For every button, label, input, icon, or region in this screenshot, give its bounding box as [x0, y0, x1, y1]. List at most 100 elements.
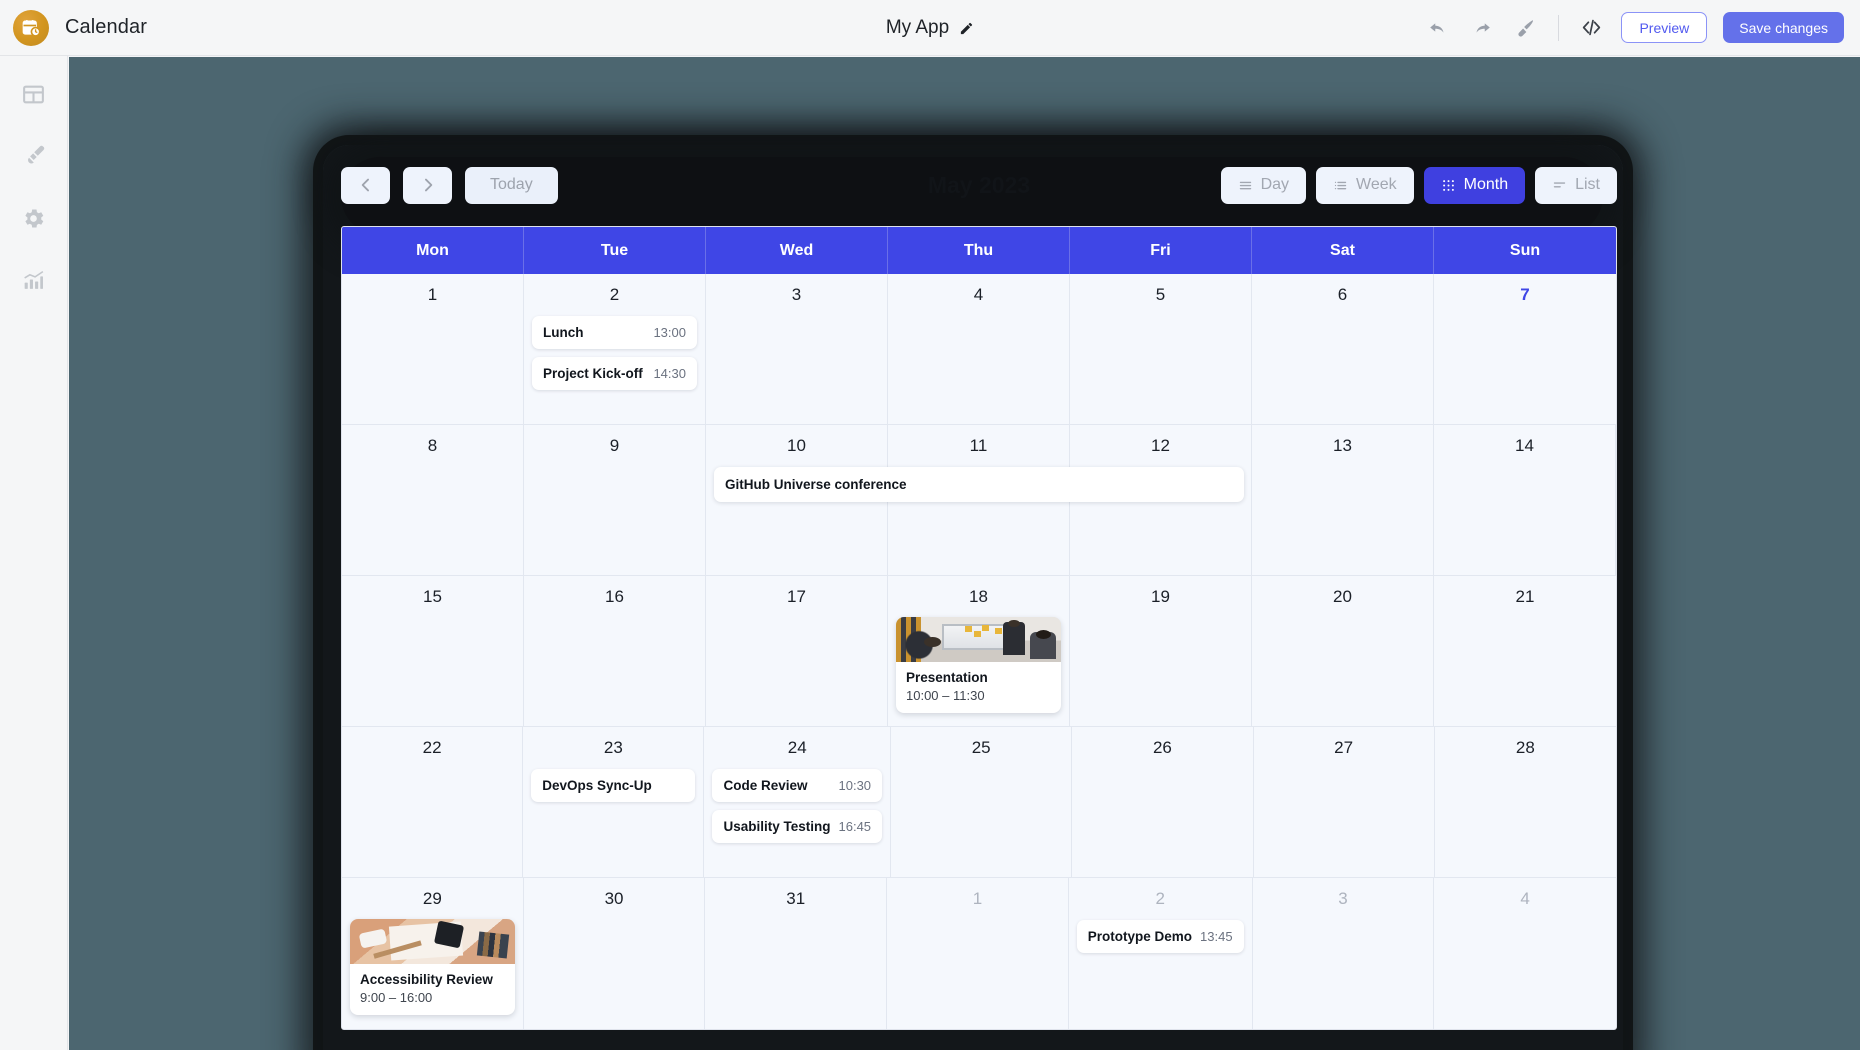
calendar-event[interactable]: Prototype Demo 13:45: [1076, 920, 1244, 953]
pencil-icon[interactable]: [959, 21, 974, 36]
calendar-day-cell[interactable]: 21: [1434, 576, 1616, 727]
day-number: 28: [1515, 738, 1535, 757]
calendar-day-cell[interactable]: 8: [342, 425, 524, 576]
event-list: DevOps Sync-Up: [523, 769, 703, 802]
calendar-day-cell[interactable]: 27: [1253, 727, 1435, 878]
calendar-day-cell[interactable]: 2 Prototype Demo 13:45: [1069, 878, 1253, 1029]
dow-fri: Fri: [1070, 227, 1252, 274]
calendar-event[interactable]: Usability Testing 16:45: [712, 810, 883, 843]
calendar-day-cell[interactable]: 5: [1070, 274, 1252, 425]
event-time: 16:45: [838, 819, 872, 834]
calendar-day-cell[interactable]: 22: [342, 727, 524, 878]
day-number: 17: [787, 587, 806, 606]
calendar-day-cell[interactable]: 28: [1434, 727, 1616, 878]
view-button-day[interactable]: Day: [1220, 166, 1307, 204]
calendar-day-cell[interactable]: 31: [705, 878, 888, 1029]
calendar-day-cell[interactable]: 9: [524, 425, 706, 576]
event-title: Lunch: [543, 325, 584, 340]
today-button[interactable]: Today: [465, 166, 558, 204]
calendar-event-card[interactable]: Accessibility Review 9:00 – 16:00: [350, 919, 515, 1015]
calendar-day-cell[interactable]: 16: [524, 576, 706, 727]
event-list: Code Review 10:30 Usability Testing 16:45: [704, 769, 890, 843]
calendar-day-cell[interactable]: 2 Lunch 13:00 Project Kick-off 14:30: [524, 274, 706, 425]
calendar-day-cell[interactable]: 17: [706, 576, 888, 727]
day-number: 11: [969, 436, 988, 455]
calendar-event[interactable]: Code Review 10:30: [712, 769, 883, 802]
calendar-day-cell[interactable]: 30: [524, 878, 706, 1029]
view-button-list[interactable]: List: [1535, 166, 1617, 204]
calendar-day-cell[interactable]: 6: [1252, 274, 1434, 425]
redo-icon[interactable]: [1468, 14, 1496, 42]
calendar-day-cell[interactable]: 4: [888, 274, 1070, 425]
day-number: 18: [969, 587, 988, 606]
view-label-week: Week: [1356, 176, 1397, 193]
event-card-title: Presentation: [906, 670, 988, 685]
dow-sun: Sun: [1509, 241, 1541, 259]
day-number: 3: [791, 285, 802, 304]
calendar-event[interactable]: Lunch 13:00: [532, 316, 697, 349]
event-time: 14:30: [653, 366, 686, 381]
dow-mon: Mon: [342, 227, 524, 274]
calendar-weeks: 1 2 Lunch 13:00 Project Kick-off 14:30 3 4 5 6 7 8 9…: [342, 274, 1616, 1029]
event-title: Code Review: [723, 778, 808, 793]
calendar-day-cell[interactable]: 23 DevOps Sync-Up: [523, 727, 705, 878]
calendar-day-cell[interactable]: 18 Presentation 10:00 – 11:30: [888, 576, 1070, 727]
day-number: 8: [427, 436, 438, 455]
save-changes-button[interactable]: Save changes: [1723, 12, 1844, 43]
event-time: 13:45: [1200, 929, 1233, 944]
calendar-day-cell[interactable]: 29 Accessibility Review 9:00 – 16:00: [342, 878, 524, 1029]
calendar-day-cell[interactable]: 7: [1434, 274, 1616, 425]
code-icon[interactable]: [1577, 14, 1605, 42]
day-number: 15: [423, 587, 442, 606]
calendar-day-cell[interactable]: 3: [706, 274, 888, 425]
calendar-day-cell[interactable]: 14: [1434, 425, 1616, 576]
calendar-day-cell[interactable]: 1: [887, 878, 1069, 1029]
analytics-chart-icon[interactable]: [18, 264, 50, 296]
multi-day-event[interactable]: GitHub Universe conference: [713, 467, 1244, 502]
layout-grid-icon[interactable]: [18, 78, 50, 110]
calendar-day-cell[interactable]: 24 Code Review 10:30 Usability Testing 16:45: [704, 727, 892, 878]
day-number: 30: [604, 889, 624, 908]
day-number: 29: [422, 889, 442, 908]
multi-day-event-title: GitHub Universe conference: [724, 477, 907, 492]
view-button-week[interactable]: Week: [1316, 166, 1414, 204]
event-list: Lunch 13:00 Project Kick-off 14:30: [524, 316, 705, 390]
calendar-day-cell[interactable]: 13: [1252, 425, 1434, 576]
gear-icon[interactable]: [18, 202, 50, 234]
day-number: 1: [972, 889, 983, 908]
left-rail: [0, 56, 68, 1050]
day-number: 3: [1338, 889, 1348, 908]
prev-month-button[interactable]: [341, 166, 390, 204]
next-month-button[interactable]: [403, 166, 452, 204]
day-number: 25: [971, 738, 991, 757]
preview-button[interactable]: Preview: [1621, 12, 1708, 43]
calendar-week-row: 22 23 DevOps Sync-Up 24 Code Review 10:30 Usab…: [342, 727, 1616, 878]
calendar-event-card[interactable]: Presentation 10:00 – 11:30: [896, 617, 1061, 713]
undo-icon[interactable]: [1424, 14, 1452, 42]
day-number: 5: [1155, 285, 1166, 304]
view-switcher: Day Week Month List: [1220, 166, 1617, 204]
calendar-day-cell[interactable]: 15: [342, 576, 524, 727]
calendar-day-cell[interactable]: 26: [1072, 727, 1254, 878]
calendar-day-cell[interactable]: 20: [1252, 576, 1434, 727]
calendar-day-cell[interactable]: 4: [1434, 878, 1616, 1029]
dow-tue: Tue: [524, 227, 706, 274]
calendar-day-cell[interactable]: 1: [342, 274, 524, 425]
calendar-day-cell[interactable]: 3: [1253, 878, 1435, 1029]
toolbar-divider: [1558, 14, 1560, 41]
day-number: 9: [609, 436, 620, 455]
calendar-event[interactable]: DevOps Sync-Up: [531, 769, 696, 802]
calendar-day-cell[interactable]: 25: [891, 727, 1073, 878]
calendar-event[interactable]: Project Kick-off 14:30: [532, 357, 697, 390]
day-number: 19: [1151, 587, 1170, 606]
view-button-month[interactable]: Month: [1423, 166, 1526, 204]
day-number: 31: [786, 889, 806, 908]
magic-brush-icon[interactable]: [1512, 14, 1540, 42]
paintbrush-icon[interactable]: [18, 140, 50, 172]
app-root: Calendar My App Preview Save changes Tod…: [0, 0, 1860, 1050]
calendar-week-row: 1 2 Lunch 13:00 Project Kick-off 14:30 3 4 5 6 7: [342, 274, 1616, 425]
calendar-grid: Mon Tue Wed Thu Fri Sat Sun 1 2 Lunch 13:00…: [341, 226, 1617, 1030]
day-number: 2: [609, 285, 620, 304]
calendar-day-cell[interactable]: 19: [1070, 576, 1252, 727]
day-number: 27: [1334, 738, 1354, 757]
